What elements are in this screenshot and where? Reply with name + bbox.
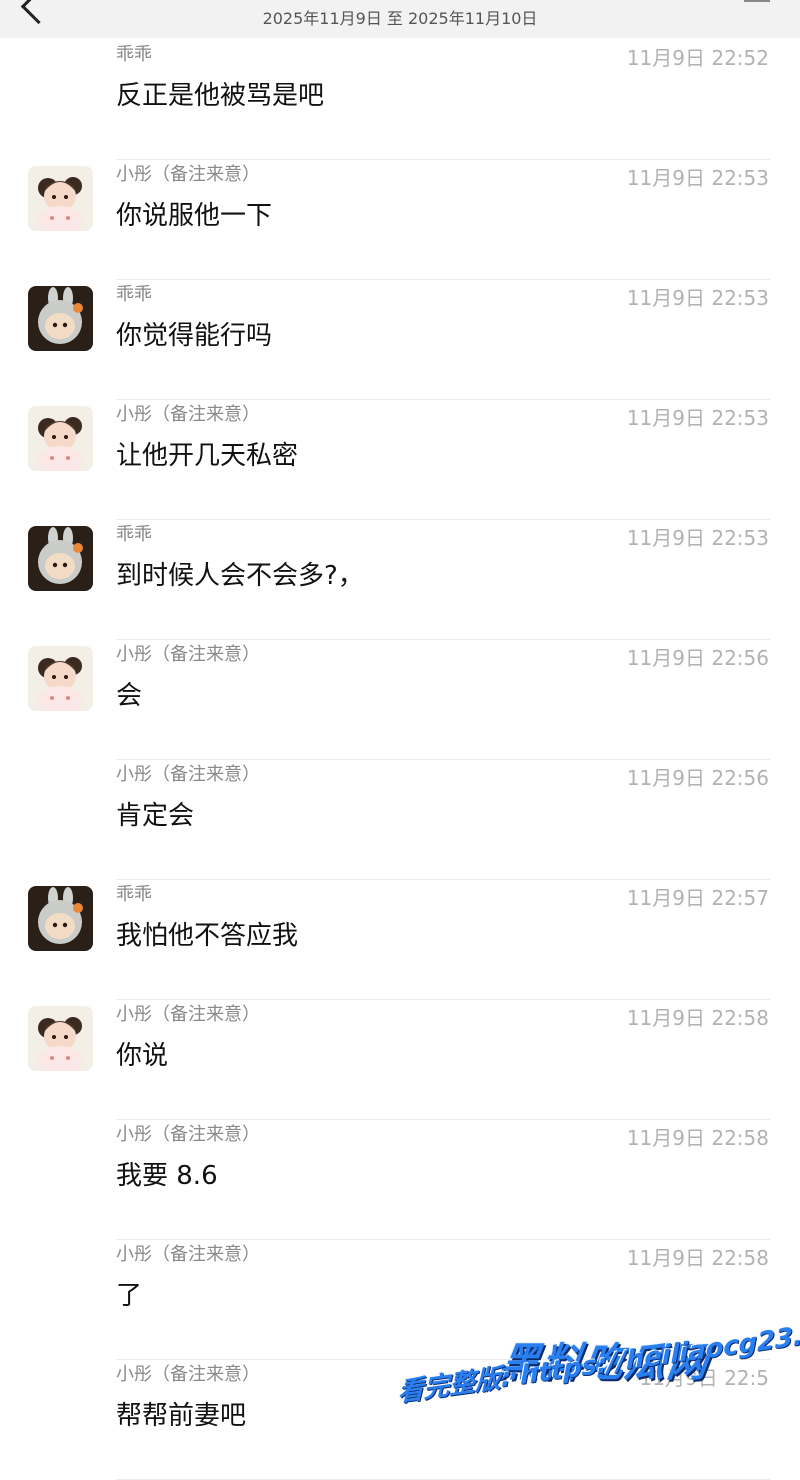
message-time: 11月9日 22:53 (626, 526, 769, 550)
message-text: 你说 (116, 1041, 169, 1071)
message-time: 11月9日 22:5 (639, 1366, 769, 1390)
message-item[interactable]: 乖乖 11月9日 22:53 到时候人会不会多?， (0, 520, 800, 640)
message-item[interactable]: 小彤（备注来意） 11月9日 22:58 了 (0, 1240, 800, 1360)
message-item[interactable]: 小彤（备注来意） 11月9日 22:58 我要 8.6 (0, 1120, 800, 1240)
message-text: 肯定会 (116, 801, 195, 831)
sender-name: 乖乖 (116, 884, 152, 905)
top-bar: 2025年11月9日 至 2025年11月10日 (0, 0, 800, 38)
message-text: 你觉得能行吗 (116, 321, 273, 351)
sender-name: 小彤（备注来意） (116, 644, 260, 665)
avatar[interactable] (28, 646, 93, 711)
message-text: 我要 8.6 (116, 1161, 218, 1191)
message-item[interactable]: 小彤（备注来意） 11月9日 22:5 帮帮前妻吧 (0, 1360, 800, 1480)
message-text: 到时候人会不会多?， (116, 561, 364, 591)
sender-name: 小彤（备注来意） (116, 764, 260, 785)
message-time: 11月9日 22:58 (626, 1126, 769, 1150)
avatar[interactable] (28, 526, 93, 591)
sender-name: 小彤（备注来意） (116, 404, 260, 425)
avatar[interactable] (28, 406, 93, 471)
message-item[interactable]: 乖乖 11月9日 22:52 反正是他被骂是吧 (0, 40, 800, 160)
message-text: 反正是他被骂是吧 (116, 81, 325, 111)
message-text: 让他开几天私密 (116, 441, 299, 471)
message-text: 会 (116, 681, 143, 711)
date-range-title: 2025年11月9日 至 2025年11月10日 (262, 9, 538, 28)
sender-name: 乖乖 (116, 44, 152, 65)
message-time: 11月9日 22:53 (626, 406, 769, 430)
message-text: 了 (116, 1281, 143, 1311)
message-time: 11月9日 22:57 (626, 886, 769, 910)
sender-name: 小彤（备注来意） (116, 164, 260, 185)
message-time: 11月9日 22:56 (626, 766, 769, 790)
avatar[interactable] (28, 1006, 93, 1071)
message-item[interactable]: 小彤（备注来意） 11月9日 22:56 肯定会 (0, 760, 800, 880)
message-text: 我怕他不答应我 (116, 921, 299, 951)
message-item[interactable]: 小彤（备注来意） 11月9日 22:53 你说服他一下 (0, 160, 800, 280)
message-item[interactable]: 小彤（备注来意） 11月9日 22:56 会 (0, 640, 800, 760)
message-item[interactable]: 乖乖 11月9日 22:53 你觉得能行吗 (0, 280, 800, 400)
message-item[interactable]: 小彤（备注来意） 11月9日 22:53 让他开几天私密 (0, 400, 800, 520)
sender-name: 小彤（备注来意） (116, 1244, 260, 1265)
avatar[interactable] (28, 286, 93, 351)
message-time: 11月9日 22:53 (626, 166, 769, 190)
message-time: 11月9日 22:58 (626, 1006, 769, 1030)
message-text: 你说服他一下 (116, 201, 273, 231)
message-time: 11月9日 22:56 (626, 646, 769, 670)
sender-name: 小彤（备注来意） (116, 1364, 260, 1385)
message-time: 11月9日 22:52 (626, 46, 769, 70)
more-icon[interactable] (744, 0, 770, 2)
sender-name: 乖乖 (116, 284, 152, 305)
message-time: 11月9日 22:53 (626, 286, 769, 310)
avatar[interactable] (28, 886, 93, 951)
message-item[interactable]: 乖乖 11月9日 22:57 我怕他不答应我 (0, 880, 800, 1000)
message-text: 帮帮前妻吧 (116, 1401, 247, 1431)
sender-name: 乖乖 (116, 524, 152, 545)
message-item[interactable]: 小彤（备注来意） 11月9日 22:58 你说 (0, 1000, 800, 1120)
sender-name: 小彤（备注来意） (116, 1004, 260, 1025)
sender-name: 小彤（备注来意） (116, 1124, 260, 1145)
avatar[interactable] (28, 166, 93, 231)
message-time: 11月9日 22:58 (626, 1246, 769, 1270)
